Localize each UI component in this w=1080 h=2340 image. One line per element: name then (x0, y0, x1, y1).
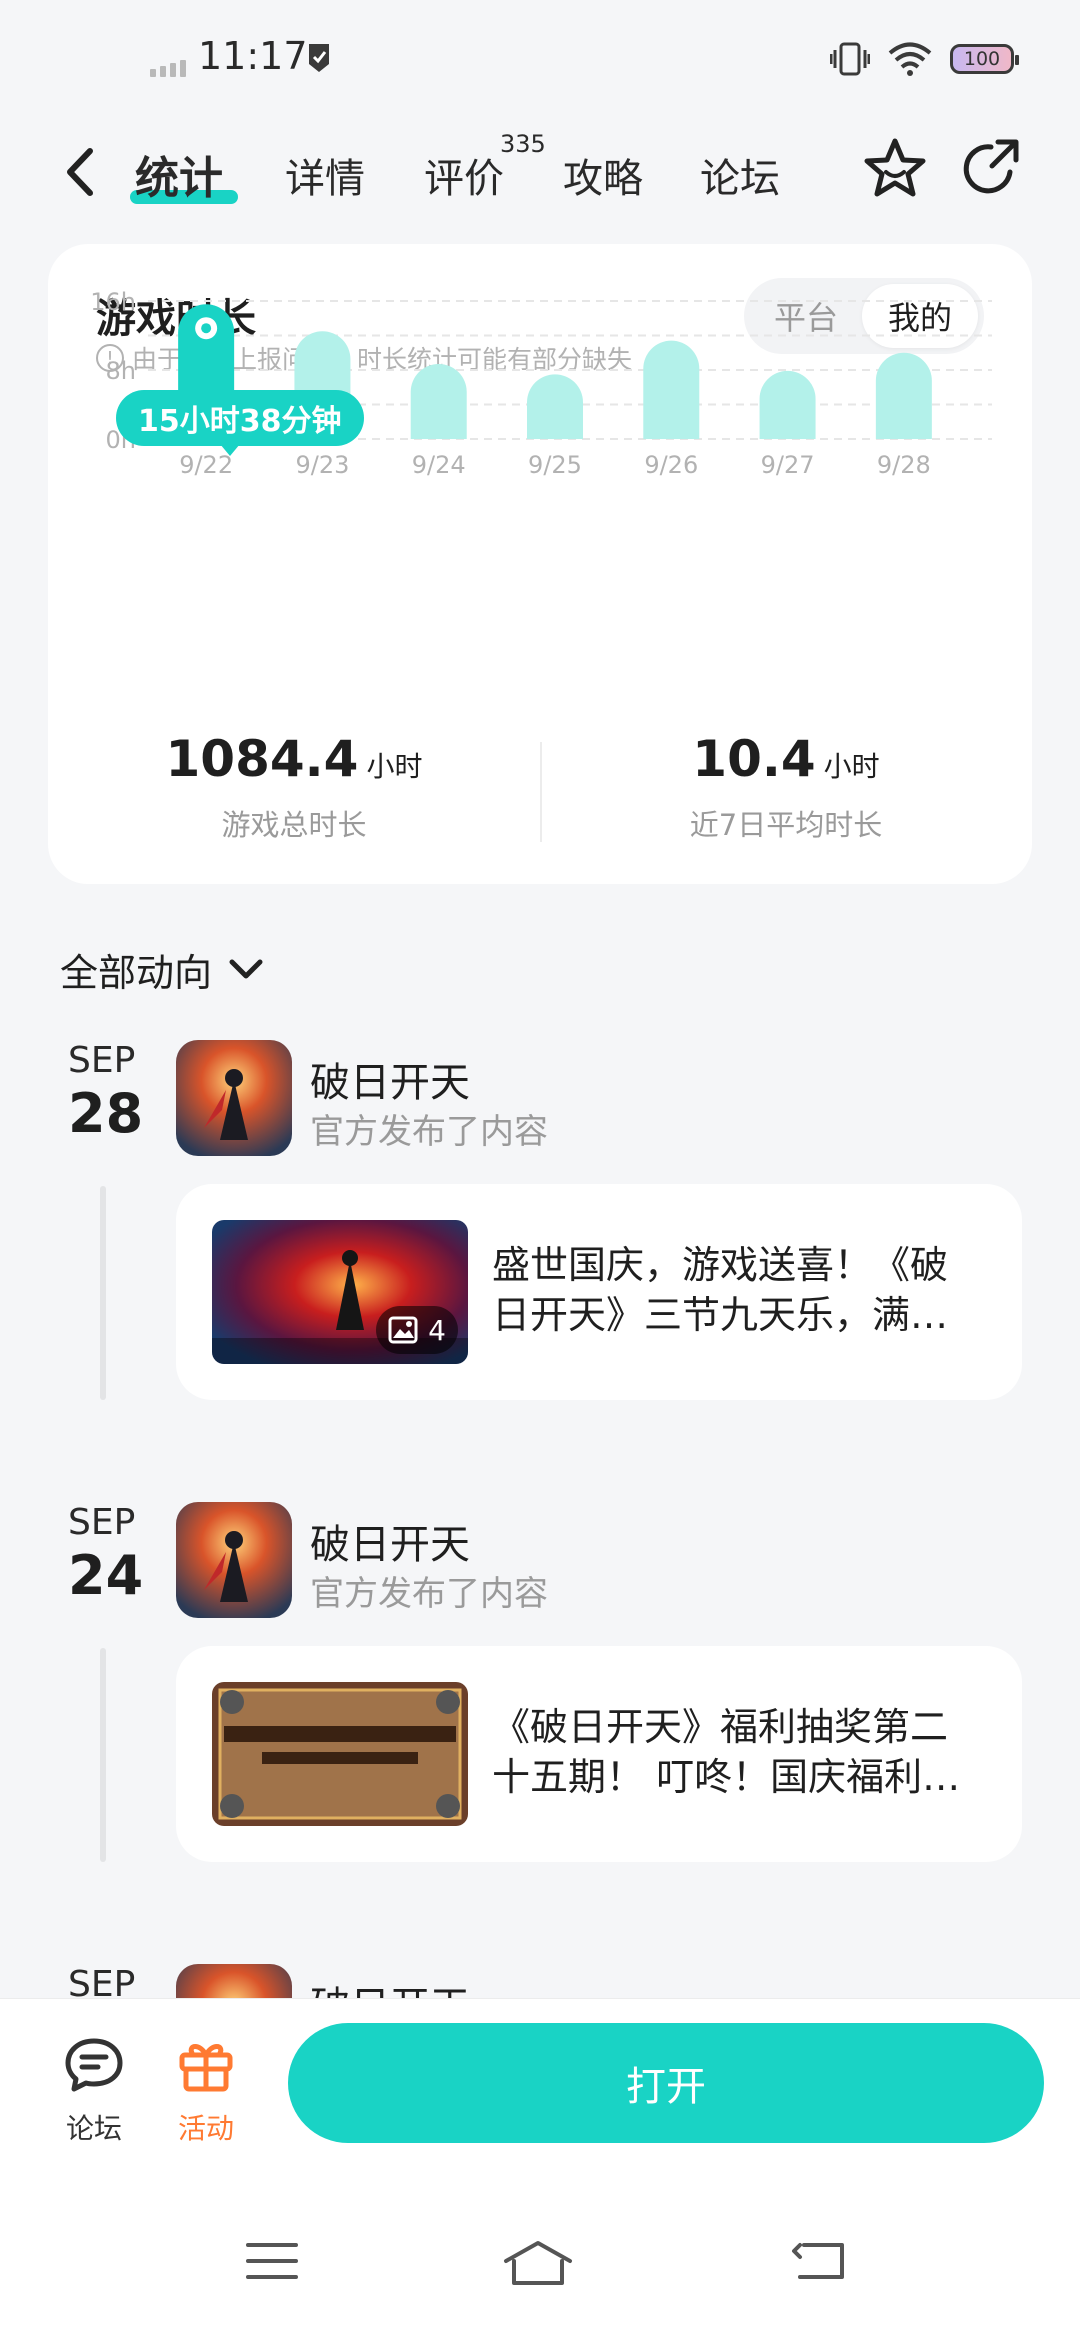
playtime-summary: 1084.4 小时 游戏总时长 10.4 小时 近7日平均时长 (48, 730, 1032, 860)
total-playtime: 1084.4 小时 游戏总时长 (48, 730, 540, 844)
tab-details[interactable]: 详情 (285, 146, 365, 204)
chart-tooltip: 15小时38分钟 (116, 390, 364, 456)
feed-date-month: SEP (68, 1502, 136, 1543)
vibrate-icon (830, 42, 870, 76)
home-nav-button[interactable] (500, 2239, 580, 2299)
image-count-badge: 4 (376, 1306, 458, 1354)
game-name[interactable]: 破日开天 (310, 1050, 470, 1108)
chevron-down-icon (229, 959, 263, 978)
x-tick-label: 9/23 (295, 451, 349, 479)
x-tick-label: 9/28 (877, 451, 931, 479)
favorite-button[interactable] (862, 136, 928, 202)
average-playtime: 10.4 小时 近7日平均时长 (540, 730, 1032, 844)
average-playtime-unit: 小时 (823, 750, 880, 783)
x-tick-label: 9/26 (644, 451, 698, 479)
chat-bubble-icon (65, 2038, 123, 2092)
image-count: 4 (428, 1313, 446, 1347)
back-nav-button[interactable] (790, 2239, 870, 2299)
tab-stats[interactable]: 统计 (130, 142, 238, 206)
chart-bar (527, 374, 583, 439)
total-playtime-label: 游戏总时长 (221, 808, 367, 842)
bottom-bar: 论坛 活动 打开 (0, 1998, 1080, 2340)
timeline-line (100, 1648, 106, 1862)
wifi-icon (888, 42, 932, 76)
menu-icon (246, 2243, 298, 2279)
average-playtime-value: 10.4 (692, 730, 816, 788)
total-playtime-unit: 小时 (366, 750, 423, 783)
system-nav-bar (0, 2239, 1080, 2319)
back-arrow-icon (792, 2243, 844, 2279)
total-playtime-value: 1084.4 (165, 730, 359, 788)
chart-bar (643, 340, 700, 439)
chevron-left-icon (67, 148, 93, 196)
x-tick-label: 9/27 (761, 451, 815, 479)
home-icon (504, 2241, 572, 2285)
shield-check-icon (309, 44, 329, 72)
forum-button[interactable]: 论坛 (44, 2037, 144, 2147)
x-tick-label: 9/25 (528, 451, 582, 479)
status-bar: 11:17 100 (0, 0, 1080, 120)
tab-guides[interactable]: 攻略 (563, 146, 643, 204)
y-tick-label: 16h (90, 288, 136, 316)
feed-date-day: 24 (68, 1544, 144, 1607)
activity-button[interactable]: 活动 (156, 2037, 256, 2147)
feed-filter-label: 全部动向 (60, 951, 213, 995)
game-icon[interactable] (176, 1040, 292, 1156)
post-thumbnail: 4 (212, 1220, 468, 1364)
playtime-chart: 16h8h0h9/22 9/23 9/24 9/25 9/26 9/27 9/28 (90, 288, 992, 479)
feed-subtitle: 官方发布了内容 (310, 1574, 548, 1614)
bar-marker-dot-inner (201, 323, 212, 334)
playtime-card: 游戏时长 ! 由于系统上报问题，时长统计可能有部分缺失 平台 我的 16h 8h 0… (48, 244, 1032, 884)
top-nav: 统计 详情 评价 335 攻略 论坛 (0, 120, 1080, 240)
average-playtime-label: 近7日平均时长 (689, 808, 883, 842)
chart-bar (410, 363, 467, 439)
share-icon (963, 139, 1019, 194)
battery-indicator: 100 (950, 44, 1019, 74)
feed-date-day: 28 (68, 1082, 144, 1145)
star-icon (864, 138, 926, 197)
review-count-badge: 335 (500, 130, 546, 158)
feed-filter-dropdown[interactable]: 全部动向 (60, 942, 264, 997)
game-icon[interactable] (176, 1502, 292, 1618)
signal-icon (150, 60, 186, 77)
post-title: 盛世国庆，游戏送喜！《破日开天》三节九天乐，满满福利来袭！ (492, 1243, 949, 1337)
chart-bar (759, 370, 816, 439)
menu-nav-button[interactable] (242, 2239, 322, 2299)
back-button[interactable] (50, 142, 110, 202)
post-title: 《破日开天》福利抽奖第二十五期！ 叮咚！国庆福利来啦！ (492, 1705, 961, 1799)
activity-label: 活动 (177, 2112, 234, 2145)
timeline-line (100, 1186, 106, 1400)
feed-date-month: SEP (68, 1040, 136, 1081)
game-name[interactable]: 破日开天 (310, 1512, 470, 1570)
tab-stats-label: 统计 (135, 153, 223, 204)
x-tick-label: 9/24 (412, 451, 466, 479)
image-icon (388, 1316, 418, 1344)
open-game-button[interactable]: 打开 (288, 2023, 1044, 2143)
gift-icon (179, 2044, 233, 2092)
post-card[interactable]: 4 盛世国庆，游戏送喜！《破日开天》三节九天乐，满满福利来袭！ (176, 1184, 1022, 1400)
post-thumbnail (212, 1682, 468, 1826)
chart-bar (875, 352, 932, 439)
forum-label: 论坛 (65, 2112, 122, 2145)
y-tick-label: 8h (106, 357, 136, 385)
feed-subtitle: 官方发布了内容 (310, 1112, 548, 1152)
tab-forum[interactable]: 论坛 (700, 146, 780, 204)
share-button[interactable] (958, 136, 1024, 202)
tab-reviews[interactable]: 评价 (424, 146, 504, 204)
post-card[interactable]: 《破日开天》福利抽奖第二十五期！ 叮咚！国庆福利来啦！ (176, 1646, 1022, 1862)
status-time: 11:17 (198, 34, 308, 78)
